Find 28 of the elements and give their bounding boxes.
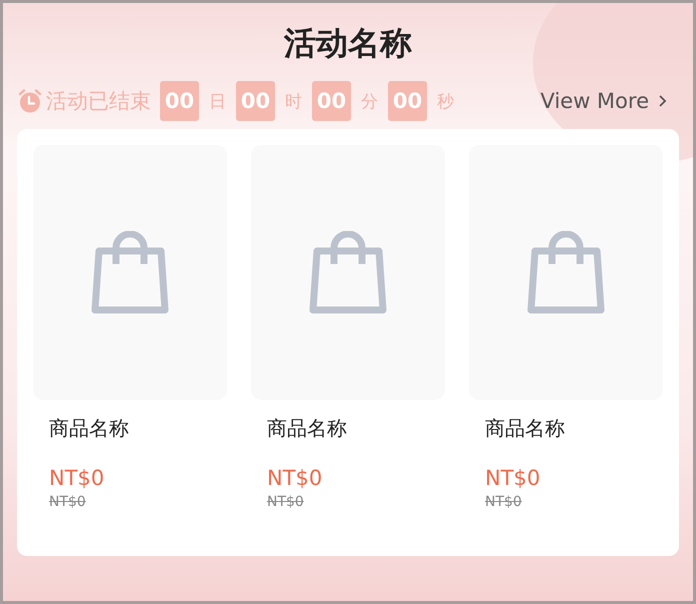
chevron-right-icon <box>657 94 667 108</box>
product-name: 商品名称 <box>485 415 566 442</box>
product-image-placeholder[interactable] <box>33 145 227 400</box>
original-price: NT$0 <box>267 493 305 512</box>
product-image-placeholder[interactable] <box>251 145 445 400</box>
product-price: NT$0 <box>267 465 324 492</box>
countdown-status: 活动已结束 <box>46 88 151 115</box>
alarm-clock-icon <box>17 88 43 114</box>
shopping-bag-icon <box>308 230 388 314</box>
product-name: 商品名称 <box>49 415 130 442</box>
view-more-link[interactable]: View More <box>540 89 667 113</box>
product-price: NT$0 <box>485 465 542 492</box>
countdown-value: 00 <box>236 81 275 121</box>
shopping-bag-icon <box>526 230 606 314</box>
countdown-value: 00 <box>160 81 199 121</box>
product-image-placeholder[interactable] <box>469 145 663 400</box>
countdown-unit: 分 <box>361 90 378 112</box>
countdown-unit: 秒 <box>437 90 454 112</box>
original-price: NT$0 <box>49 493 87 512</box>
original-price: NT$0 <box>485 493 523 512</box>
campaign-title: 活动名称 <box>282 23 413 64</box>
countdown-unit: 时 <box>285 90 302 112</box>
product-name: 商品名称 <box>267 415 348 442</box>
countdown-unit: 日 <box>209 90 226 112</box>
product-price: NT$0 <box>49 465 106 492</box>
countdown-value: 00 <box>312 81 351 121</box>
countdown-value: 00 <box>388 81 427 121</box>
shopping-bag-icon <box>90 230 170 314</box>
